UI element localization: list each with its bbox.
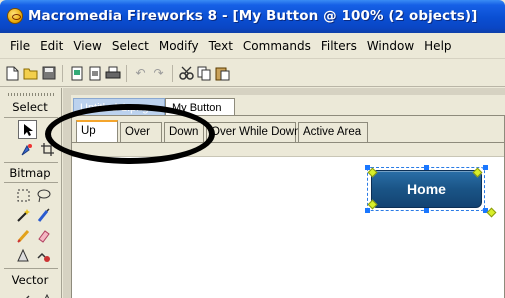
rubber-stamp-tool-icon[interactable] [34, 246, 53, 265]
toolbar-divider [126, 64, 127, 82]
tools-section-vector: Vector [11, 273, 49, 287]
fireworks-app-icon[interactable] [7, 8, 23, 24]
menu-modify[interactable]: Modify [154, 39, 204, 53]
section-divider [4, 182, 58, 183]
magic-wand-tool-icon[interactable] [14, 206, 33, 225]
paste-icon[interactable] [214, 65, 231, 82]
tools-panel: Select Bitmap Vector [0, 88, 62, 298]
menu-select[interactable]: Select [107, 39, 154, 53]
window-title: Macromedia Fireworks 8 - [My Button @ 10… [28, 8, 478, 24]
section-divider [4, 162, 58, 163]
blur-tool-icon[interactable] [14, 246, 33, 265]
cut-icon[interactable] [178, 65, 195, 82]
pen-tool-icon[interactable] [38, 289, 57, 298]
home-button-label: Home [407, 181, 446, 197]
panel-grip[interactable] [8, 93, 54, 96]
annotation-ellipse [45, 104, 215, 164]
menu-bar: File Edit View Select Modify Text Comman… [0, 33, 505, 59]
selection-handle[interactable] [365, 208, 370, 213]
eraser-tool-icon[interactable] [34, 226, 53, 245]
pointer-tool-icon[interactable] [18, 120, 37, 139]
menu-file[interactable]: File [5, 39, 35, 53]
selection-handle[interactable] [424, 208, 429, 213]
section-divider [4, 268, 58, 269]
home-button-object[interactable]: Home [371, 170, 482, 208]
menu-commands[interactable]: Commands [238, 39, 316, 53]
redo-icon[interactable]: ↷ [150, 65, 167, 82]
window-titlebar[interactable]: Macromedia Fireworks 8 - [My Button @ 10… [0, 0, 505, 33]
marquee-tool-icon[interactable] [14, 186, 33, 205]
save-icon[interactable] [40, 65, 57, 82]
lasso-tool-icon[interactable] [34, 186, 53, 205]
toolbar-divider [172, 64, 173, 82]
print-icon[interactable] [104, 65, 121, 82]
menu-window[interactable]: Window [362, 39, 419, 53]
menu-view[interactable]: View [68, 39, 106, 53]
menu-edit[interactable]: Edit [35, 39, 68, 53]
selection-handle[interactable] [483, 165, 488, 170]
menu-text[interactable]: Text [204, 39, 238, 53]
copy-icon[interactable] [196, 65, 213, 82]
undo-icon[interactable]: ↶ [132, 65, 149, 82]
export-icon[interactable] [86, 65, 103, 82]
main-toolbar: ↶ ↷ [0, 60, 505, 87]
import-icon[interactable] [68, 65, 85, 82]
tools-section-select: Select [12, 100, 48, 114]
selection-handle[interactable] [424, 165, 429, 170]
slice-handle[interactable] [486, 207, 497, 218]
pencil-tool-icon[interactable] [14, 226, 33, 245]
line-tool-icon[interactable] [18, 289, 37, 298]
toolbar-divider [62, 64, 63, 82]
new-document-icon[interactable] [4, 65, 21, 82]
brush-tool-icon[interactable] [34, 206, 53, 225]
tools-section-bitmap: Bitmap [9, 166, 51, 180]
scale-tool-icon[interactable] [18, 140, 37, 159]
menu-filters[interactable]: Filters [316, 39, 362, 53]
section-divider [4, 117, 58, 118]
menu-help[interactable]: Help [419, 39, 456, 53]
open-folder-icon[interactable] [22, 65, 39, 82]
